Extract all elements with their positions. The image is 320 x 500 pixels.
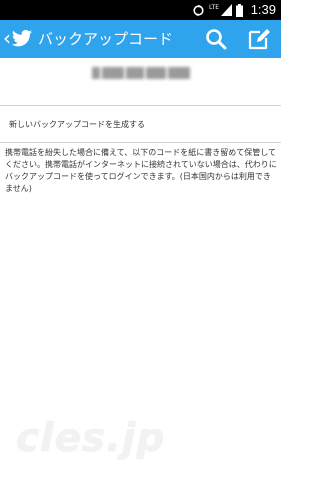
status-bar: LTE 1:39 xyxy=(0,0,281,20)
code-segment xyxy=(92,67,100,79)
generate-new-code-label: 新しいバックアップコードを生成する xyxy=(9,120,145,129)
code-segment xyxy=(168,67,190,79)
network-type-label: LTE xyxy=(209,4,219,11)
watermark: cles.jp xyxy=(16,416,166,461)
blurred-backup-code xyxy=(92,67,190,79)
twitter-bird-icon[interactable] xyxy=(11,29,33,49)
search-icon[interactable] xyxy=(203,26,229,52)
status-time: 1:39 xyxy=(250,2,276,17)
code-segment xyxy=(126,67,144,79)
code-segment xyxy=(102,67,124,79)
code-segment xyxy=(146,67,166,79)
backup-code-area xyxy=(0,58,281,106)
status-icons: LTE xyxy=(192,3,243,17)
compose-icon[interactable] xyxy=(246,26,272,52)
backup-code-info-text: 携帯電話を紛失した場合に備えて、以下のコードを紙に書き留めて保管してください。携… xyxy=(5,148,277,193)
battery-icon xyxy=(236,3,243,17)
sync-icon xyxy=(193,4,204,16)
screen-title: バックアップコード xyxy=(38,30,174,48)
signal-icon xyxy=(221,4,232,16)
generate-new-code-row[interactable]: 新しいバックアップコードを生成する xyxy=(0,107,281,143)
back-caret-icon[interactable]: ‹ xyxy=(3,26,11,50)
action-bar: ‹ バックアップコード xyxy=(0,20,281,58)
